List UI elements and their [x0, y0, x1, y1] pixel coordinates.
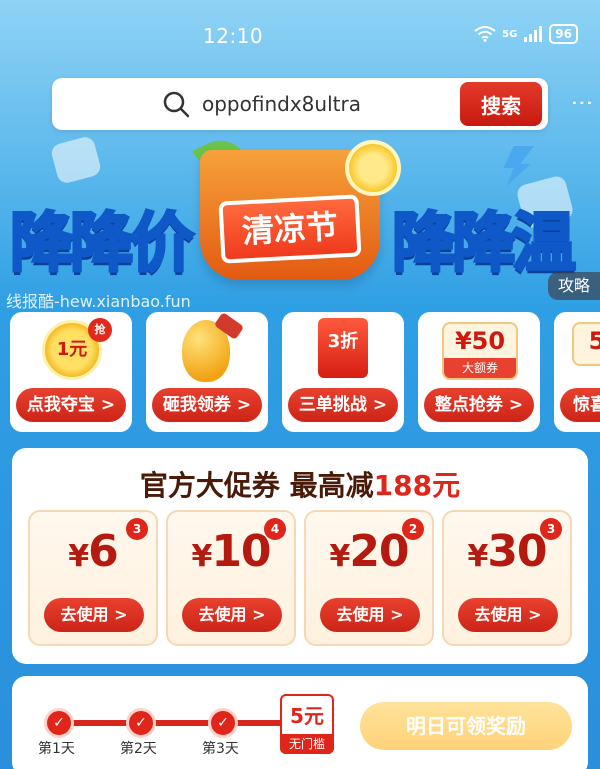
coupon-icon: ¥50 大额券 — [442, 322, 518, 380]
grab-badge: 抢 — [88, 318, 112, 342]
more-icon[interactable]: ⋮ — [569, 92, 594, 114]
coupon-title-text: 官方大促券 最高减 — [139, 469, 374, 502]
signal-icon — [524, 26, 543, 42]
activity-card-hourly[interactable]: ¥50 大额券 整点抢券 > — [418, 312, 540, 432]
currency-symbol: ¥ — [467, 539, 488, 574]
strategy-button[interactable]: 攻略 — [547, 272, 600, 300]
coupon-value: 30 — [487, 526, 547, 577]
signin-panel: ✓ 第1天 ✓ 第2天 ✓ 第3天 5元 无门槛 明日可领奖励 — [12, 676, 588, 769]
search-button[interactable]: 搜索 — [460, 82, 542, 126]
ticket-icon: 5 — [572, 322, 600, 366]
banner-right-text: 降降温 — [391, 206, 578, 283]
day-label: 第3天 — [202, 741, 239, 757]
coupon-value: 6 — [88, 526, 119, 577]
surprise-button[interactable]: 惊喜 — [560, 388, 600, 422]
check-icon: ✓ — [208, 708, 238, 738]
treasure-button[interactable]: 点我夺宝 > — [16, 388, 126, 422]
coupon-card[interactable]: 3 ¥30 去使用 > — [442, 510, 572, 646]
reward-condition: 无门槛 — [280, 734, 334, 754]
activity-card-surprise[interactable]: 5 惊喜 — [554, 312, 600, 432]
search-bar[interactable]: 搜索 — [52, 78, 548, 130]
lightning-icon — [503, 146, 534, 186]
ticket-icon-amount: 5 — [588, 327, 600, 355]
hourly-coupon-button[interactable]: 整点抢券 > — [424, 388, 534, 422]
egg-coupon-button[interactable]: 砸我领券 > — [152, 388, 262, 422]
use-coupon-button[interactable]: 去使用 > — [320, 598, 420, 632]
check-icon: ✓ — [44, 708, 74, 738]
currency-symbol: ¥ — [68, 539, 89, 574]
use-coupon-button[interactable]: 去使用 > — [44, 598, 144, 632]
red-packet-icon: 3折 — [318, 318, 368, 378]
reward-box: 5元 无门槛 — [280, 694, 334, 754]
use-coupon-button[interactable]: 去使用 > — [182, 598, 282, 632]
status-bar: 12:10 5G 96 — [0, 0, 600, 66]
status-time: 12:10 — [203, 24, 264, 48]
coupon-value: 20 — [349, 526, 409, 577]
status-icons: 5G 96 — [474, 24, 578, 44]
coupon-panel: 官方大促券 最高减188元 3 ¥6 去使用 > 4 ¥10 去使用 > 2 ¥… — [12, 448, 588, 664]
coupon-card[interactable]: 4 ¥10 去使用 > — [166, 510, 296, 646]
coupon-icon-label: 大额券 — [444, 358, 516, 378]
day-label: 第2天 — [120, 741, 157, 757]
activity-card-challenge[interactable]: 3折 三单挑战 > — [282, 312, 404, 432]
coupon-panel-title: 官方大促券 最高减188元 — [12, 464, 588, 504]
check-icon: ✓ — [126, 708, 156, 738]
lemon-icon — [345, 140, 401, 196]
coupon-icon-amount: ¥50 — [454, 327, 506, 355]
coupon-amount: ¥20 — [306, 526, 432, 577]
ice-cube-icon — [49, 134, 103, 186]
battery-indicator: 96 — [549, 24, 578, 44]
activity-card-treasure[interactable]: 1元 抢 点我夺宝 > — [10, 312, 132, 432]
search-input[interactable] — [202, 90, 452, 118]
coupon-amount: ¥30 — [444, 526, 570, 577]
claim-reward-button[interactable]: 明日可领奖励 — [360, 702, 572, 750]
coupon-amount: ¥10 — [168, 526, 294, 577]
search-icon — [163, 91, 190, 118]
use-coupon-button[interactable]: 去使用 > — [458, 598, 558, 632]
coupon-amount: ¥6 — [30, 526, 156, 577]
coupon-card[interactable]: 3 ¥6 去使用 > — [28, 510, 158, 646]
day-label: 第1天 — [38, 741, 75, 757]
wifi-icon — [474, 26, 496, 42]
reward-amount: 5元 — [290, 704, 324, 728]
banner-left-text: 降降价 — [9, 206, 196, 283]
signin-progress-line — [52, 720, 282, 726]
watermark: 线报酷-hew.xianbao.fun — [6, 292, 191, 311]
currency-symbol: ¥ — [191, 539, 212, 574]
network-type: 5G — [502, 28, 518, 40]
currency-symbol: ¥ — [329, 539, 350, 574]
challenge-button[interactable]: 三单挑战 > — [288, 388, 398, 422]
banner-center-text: 清凉节 — [218, 194, 362, 264]
coupon-value: 10 — [211, 526, 271, 577]
activity-row: 1元 抢 点我夺宝 > 砸我领券 > 3折 三单挑战 > ¥50 大额券 整点抢… — [10, 311, 600, 436]
activity-card-egg[interactable]: 砸我领券 > — [146, 311, 268, 432]
coupon-title-highlight: 188元 — [373, 469, 461, 502]
coupon-card[interactable]: 2 ¥20 去使用 > — [304, 510, 434, 646]
